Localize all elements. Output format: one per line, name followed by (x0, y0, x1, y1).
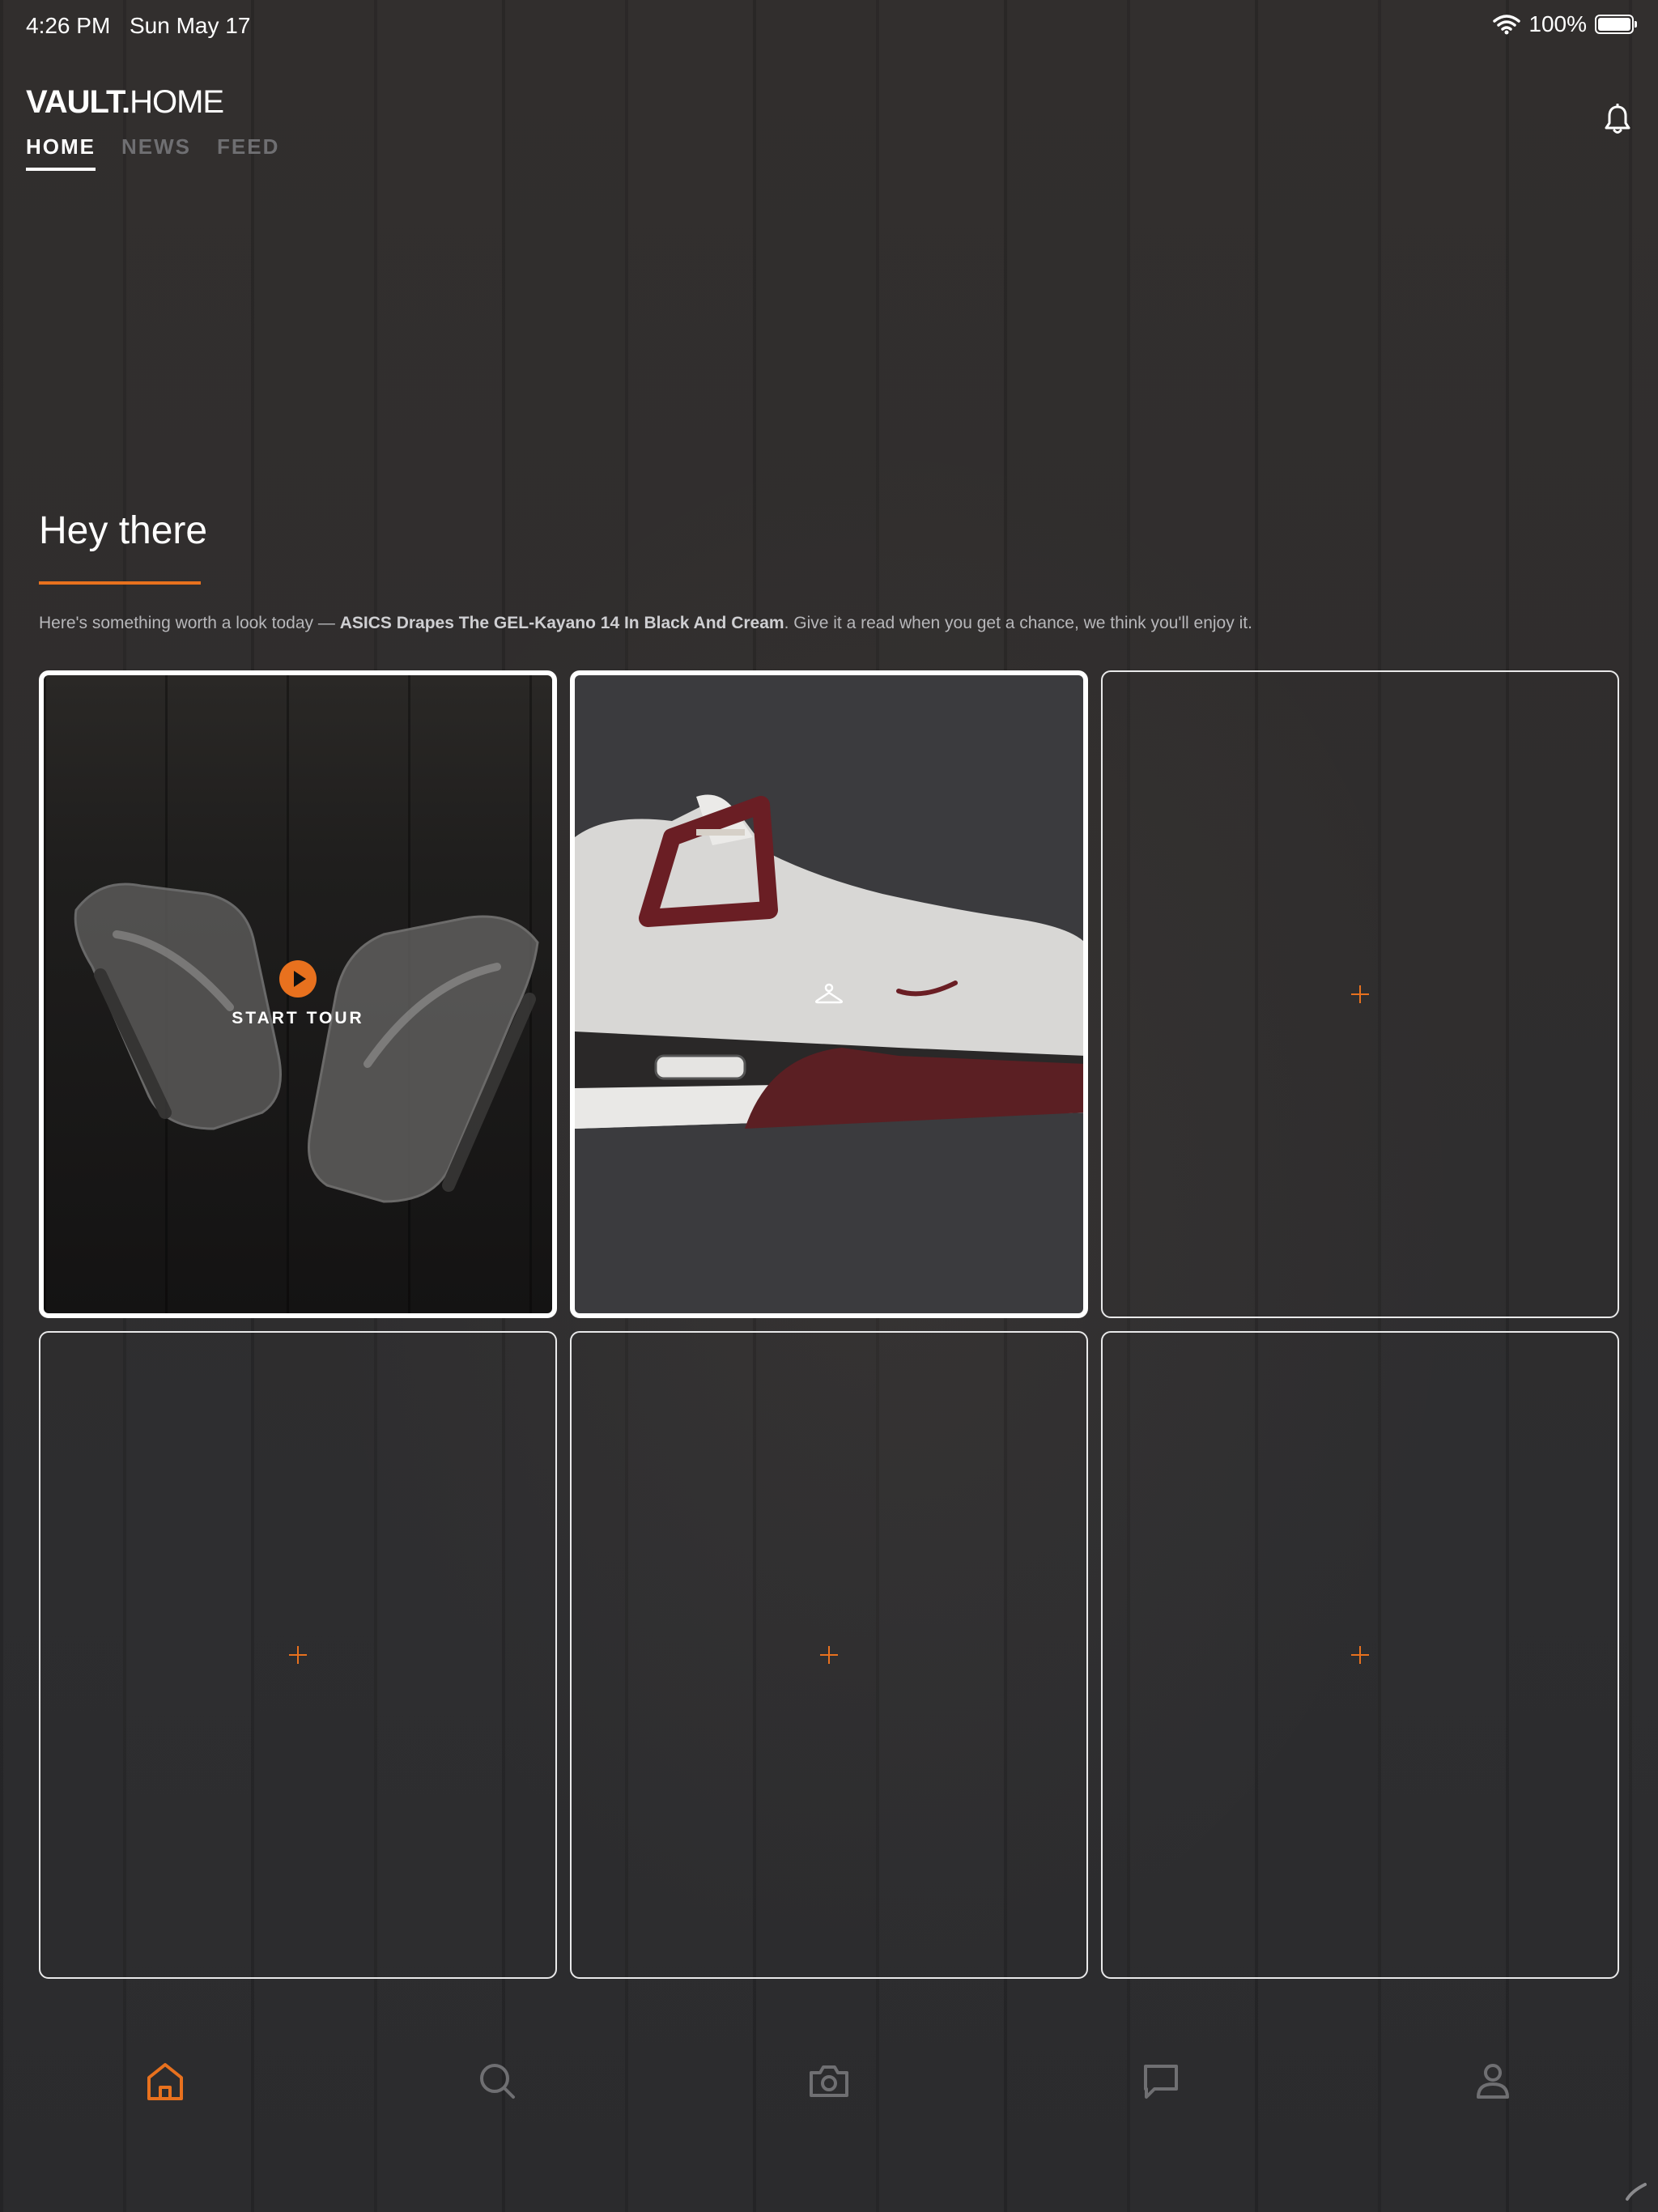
home-icon[interactable] (141, 2057, 189, 2105)
tab-feed[interactable]: FEED (217, 134, 279, 171)
intro-prefix: Here's something worth a look today — (39, 614, 340, 632)
tour-center: START TOUR (44, 960, 552, 1028)
start-tour-label: START TOUR (232, 1009, 364, 1027)
status-date: Sun May 17 (130, 13, 251, 38)
start-tour-tile[interactable]: START TOUR (39, 670, 557, 1318)
add-icon[interactable] (820, 1646, 838, 1664)
add-icon[interactable] (289, 1646, 307, 1664)
intro-suffix: . Give it a read when you get a chance, … (784, 614, 1252, 632)
app-logo: VAULT.HOME (26, 84, 224, 121)
greeting-title: Hey there (39, 509, 208, 552)
hanger-icon[interactable] (814, 983, 844, 1006)
greeting-underline (39, 581, 201, 585)
logo-light-text: HOME (130, 84, 224, 120)
empty-slot-tile[interactable] (1101, 670, 1619, 1318)
search-icon[interactable] (473, 2057, 521, 2105)
battery-icon (1595, 15, 1637, 34)
wifi-icon (1493, 15, 1521, 35)
intro-article-link[interactable]: ASICS Drapes The GEL-Kayano 14 In Black … (340, 614, 784, 632)
resize-handle-icon (1626, 2183, 1647, 2201)
logo-bold-text: VAULT. (26, 84, 130, 120)
empty-slot-tile[interactable] (39, 1331, 557, 1979)
status-time: 4:26 PM (26, 13, 111, 38)
camera-icon[interactable] (805, 2057, 853, 2105)
bell-icon[interactable] (1603, 104, 1632, 136)
empty-slot-tile[interactable] (1101, 1331, 1619, 1979)
person-icon[interactable] (1469, 2057, 1517, 2105)
battery-percentage: 100% (1528, 11, 1587, 36)
bottom-tab-bar (0, 2057, 1658, 2146)
play-icon[interactable] (279, 960, 317, 998)
empty-slot-tile[interactable] (570, 1331, 1088, 1979)
sneaker-product-tile[interactable] (570, 670, 1088, 1318)
status-indicators: 100% (1493, 11, 1637, 37)
status-bar: 4:26 PM Sun May 17 100% (0, 0, 1658, 52)
add-icon[interactable] (1351, 1646, 1369, 1664)
tab-home[interactable]: HOME (26, 134, 96, 171)
chat-icon[interactable] (1137, 2057, 1185, 2105)
intro-text: Here's something worth a look today — AS… (39, 614, 1252, 633)
top-tabs: HOME NEWS FEED (26, 134, 279, 171)
tab-news[interactable]: NEWS (121, 134, 191, 171)
add-icon[interactable] (1351, 985, 1369, 1003)
